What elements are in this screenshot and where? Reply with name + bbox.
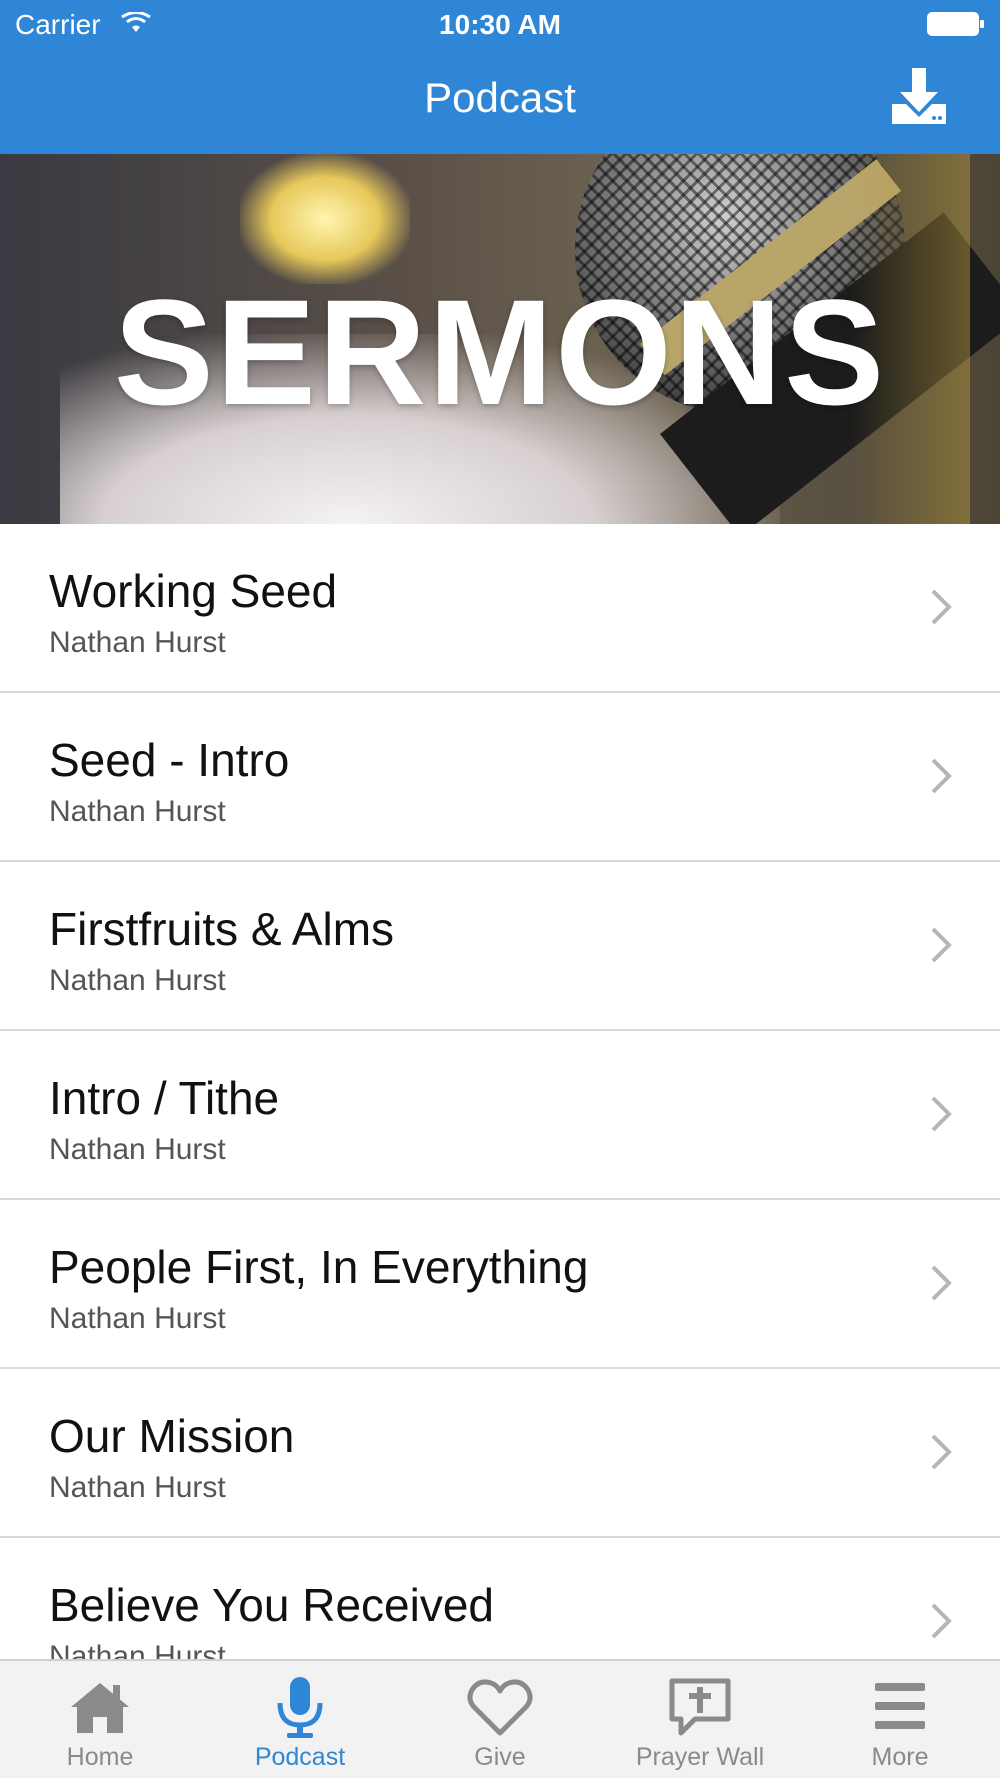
- clock: 10:30 AM: [439, 9, 561, 40]
- sermon-title: Seed - Intro: [49, 734, 290, 786]
- chevron-right-icon: [931, 589, 952, 625]
- home-icon: [71, 1683, 129, 1733]
- menu-icon: [875, 1683, 925, 1729]
- banner-light: [240, 154, 410, 284]
- chevron-right-icon: [931, 758, 952, 794]
- sermon-title: Our Mission: [49, 1410, 295, 1462]
- chevron-right-icon: [931, 1096, 952, 1132]
- list-item[interactable]: Seed - Intro Nathan Hurst: [0, 693, 1000, 862]
- tab-podcast[interactable]: Podcast: [200, 1661, 400, 1778]
- list-item[interactable]: Working Seed Nathan Hurst: [0, 524, 1000, 693]
- tab-label: More: [871, 1743, 929, 1771]
- sermons-banner: SERMONS: [0, 154, 1000, 524]
- tab-bar: Home Podcast Give Prayer Wall More: [0, 1659, 1000, 1778]
- sermon-speaker: Nathan Hurst: [49, 1471, 226, 1504]
- chevron-right-icon: [931, 927, 952, 963]
- list-item[interactable]: Believe You Received Nathan Hurst: [0, 1538, 1000, 1659]
- sermon-speaker: Nathan Hurst: [49, 1133, 226, 1166]
- tab-give[interactable]: Give: [400, 1661, 600, 1778]
- list-item[interactable]: Firstfruits & Alms Nathan Hurst: [0, 862, 1000, 1031]
- header: Carrier 10:30 AM Podcast: [0, 0, 1000, 154]
- sermon-speaker: Nathan Hurst: [49, 1302, 226, 1335]
- sermon-title: Believe You Received: [49, 1579, 494, 1631]
- tab-prayer-wall[interactable]: Prayer Wall: [600, 1661, 800, 1778]
- microphone-icon: [277, 1677, 323, 1738]
- tab-label: Prayer Wall: [635, 1743, 765, 1771]
- sermon-speaker: Nathan Hurst: [49, 795, 226, 828]
- download-icon[interactable]: [884, 64, 954, 128]
- tab-more[interactable]: More: [800, 1661, 1000, 1778]
- sermon-title: Working Seed: [49, 565, 338, 617]
- battery-icon: [927, 12, 984, 36]
- page-title: Podcast: [424, 74, 576, 121]
- list-item[interactable]: People First, In Everything Nathan Hurst: [0, 1200, 1000, 1369]
- status-bar: Carrier 10:30 AM: [0, 0, 1000, 50]
- sermon-title: People First, In Everything: [49, 1241, 589, 1293]
- sermon-speaker: Nathan Hurst: [49, 626, 226, 659]
- prayer-bubble-icon: [669, 1678, 731, 1736]
- sermon-title: Firstfruits & Alms: [49, 903, 395, 955]
- chevron-right-icon: [931, 1434, 952, 1470]
- chevron-right-icon: [931, 1603, 952, 1639]
- sermon-list: Working Seed Nathan Hurst Seed - Intro N…: [0, 524, 1000, 1659]
- tab-label: Home: [66, 1743, 134, 1771]
- chevron-right-icon: [931, 1265, 952, 1301]
- sermon-speaker: Nathan Hurst: [49, 1640, 226, 1659]
- sermon-title: Intro / Tithe: [49, 1072, 280, 1124]
- tab-home[interactable]: Home: [0, 1661, 200, 1778]
- banner-title: SERMONS: [113, 268, 887, 436]
- list-item[interactable]: Intro / Tithe Nathan Hurst: [0, 1031, 1000, 1200]
- sermon-speaker: Nathan Hurst: [49, 964, 226, 997]
- heart-icon: [467, 1679, 533, 1736]
- tab-label: Podcast: [254, 1743, 346, 1771]
- list-item[interactable]: Our Mission Nathan Hurst: [0, 1369, 1000, 1538]
- tab-label: Give: [474, 1743, 526, 1771]
